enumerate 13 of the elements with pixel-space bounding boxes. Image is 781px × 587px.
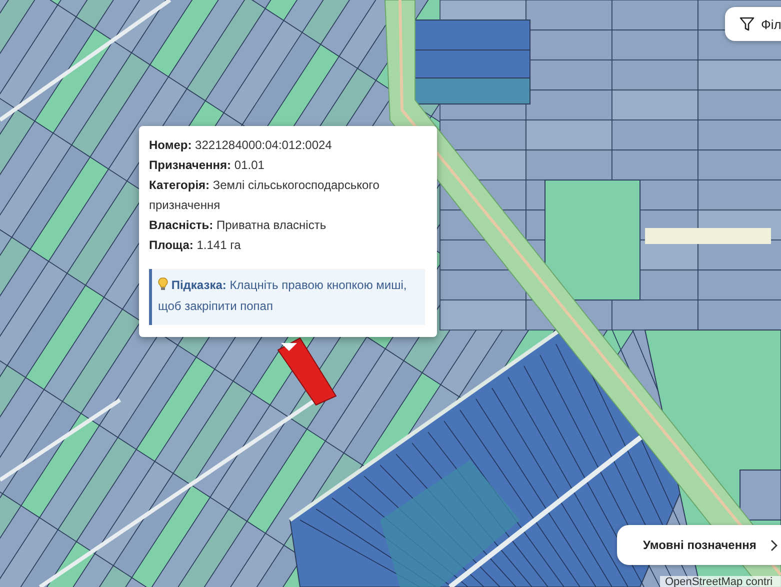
popup-field: Площа: 1.141 га bbox=[149, 235, 425, 255]
attribution-text: OpenStreetMap contri bbox=[660, 576, 781, 587]
hint-text: Підказка: Клацніть правою кнопкою миші, щоб закріпити попап bbox=[158, 278, 407, 313]
popup-field: Призначення: 01.01 bbox=[149, 155, 425, 175]
filter-icon bbox=[739, 16, 755, 32]
legend-button[interactable]: Умовні позначення bbox=[617, 525, 781, 565]
popup-field: Власність: Приватна власність bbox=[149, 215, 425, 235]
chevron-right-icon bbox=[770, 538, 778, 552]
lightbulb-icon bbox=[158, 277, 168, 291]
popup-field: Категорія: Землі сільськогосподарського призначення bbox=[149, 175, 425, 215]
popup-pointer bbox=[281, 343, 297, 351]
popup-field: Номер: 3221284000:04:012:0024 bbox=[149, 135, 425, 155]
filter-button[interactable]: Філ bbox=[725, 7, 781, 41]
